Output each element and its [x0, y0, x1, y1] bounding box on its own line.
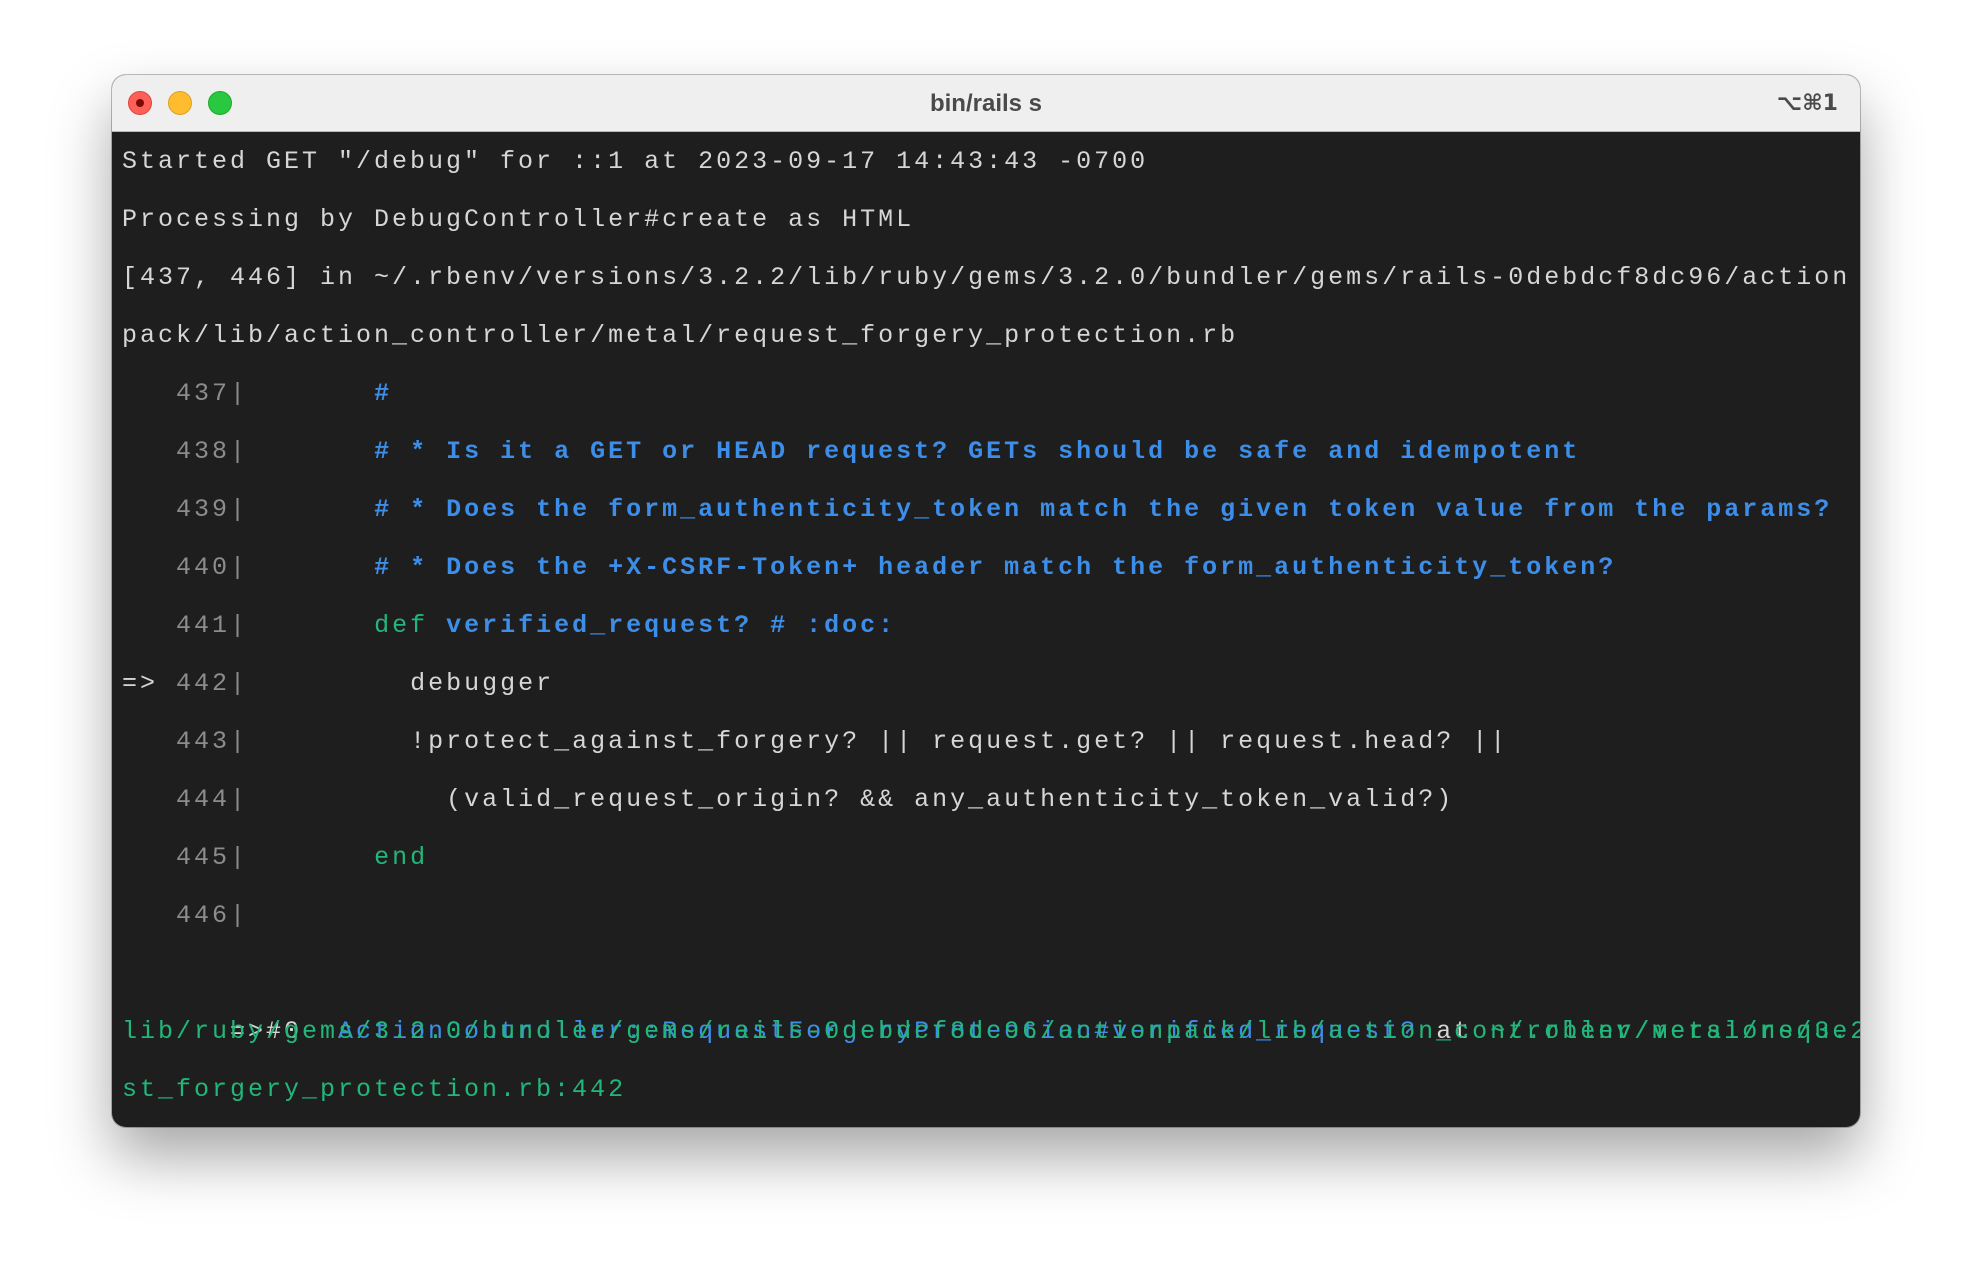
title-bar: bin/rails s ⌥⌘1 [112, 75, 1860, 132]
source-line: 440| # * Does the +X-CSRF-Token+ header … [122, 539, 1616, 597]
line-number: 441| [176, 611, 249, 640]
source-line: => 442| debugger [122, 655, 554, 713]
line-marker [122, 437, 176, 466]
line-marker [122, 379, 176, 408]
line-marker [122, 553, 176, 582]
code-comment: # * Does the form_authenticity_token mat… [374, 495, 1833, 524]
log-line-started: Started GET "/debug" for ::1 at 2023-09-… [122, 147, 1149, 176]
line-number: 446| [176, 901, 249, 930]
source-line: 444| (valid_request_origin? && any_authe… [122, 771, 1454, 829]
code-plain: !protect_against_forgery? || request.get… [410, 727, 1509, 756]
frame-location-wrap-1: lib/ruby/gems/3.2.0/bundler/gems/rails-0… [122, 1017, 1851, 1046]
source-line: 439| # * Does the form_authenticity_toke… [122, 481, 1832, 539]
source-line: 446| [122, 887, 248, 945]
frame-location-wrap-2: st_forgery_protection.rb:442 [122, 1075, 627, 1104]
line-number: 439| [176, 495, 249, 524]
source-line: 441| def verified_request? # :doc: [122, 597, 896, 655]
line-marker [122, 901, 176, 930]
code-comment: # * Does the +X-CSRF-Token+ header match… [374, 553, 1617, 582]
code-keyword: def [374, 611, 429, 640]
line-number: 437| [176, 379, 249, 408]
source-line: 443| !protect_against_forgery? || reques… [122, 713, 1508, 771]
source-line: 445| end [122, 829, 428, 887]
line-number: 445| [176, 843, 249, 872]
log-line-range-wrap: pack/lib/action_controller/metal/request… [122, 321, 1239, 350]
line-marker [122, 495, 176, 524]
line-marker [122, 611, 176, 640]
line-marker [122, 727, 176, 756]
line-number: 440| [176, 553, 249, 582]
code-comment: # * Is it a GET or HEAD request? GETs sh… [374, 437, 1581, 466]
terminal-output[interactable]: Started GET "/debug" for ::1 at 2023-09-… [122, 133, 1860, 1127]
line-number: 443| [176, 727, 249, 756]
log-line-range: [437, 446] in ~/.rbenv/versions/3.2.2/li… [122, 263, 1851, 292]
terminal-window: bin/rails s ⌥⌘1 Started GET "/debug" for… [112, 75, 1860, 1127]
line-marker [122, 843, 176, 872]
code-keyword: end [374, 843, 429, 872]
source-line: 438| # * Is it a GET or HEAD request? GE… [122, 423, 1580, 481]
code-comment: # [374, 379, 393, 408]
line-number: 442| [176, 669, 249, 698]
line-number: 438| [176, 437, 249, 466]
current-line-marker: => [122, 669, 177, 698]
code-plain: (valid_request_origin? && any_authentici… [446, 785, 1455, 814]
code-plain: debugger [410, 669, 555, 698]
stack-frame: =>#0 ActionController::RequestForgeryPro… [122, 945, 1860, 1046]
log-line-processing: Processing by DebugController#create as … [122, 205, 915, 234]
code-comment: verified_request? # :doc: [428, 611, 897, 640]
source-line: 437| # [122, 365, 392, 423]
window-shortcut: ⌥⌘1 [1776, 91, 1838, 116]
line-number: 444| [176, 785, 249, 814]
line-marker [122, 785, 176, 814]
window-title: bin/rails s [929, 90, 1043, 117]
